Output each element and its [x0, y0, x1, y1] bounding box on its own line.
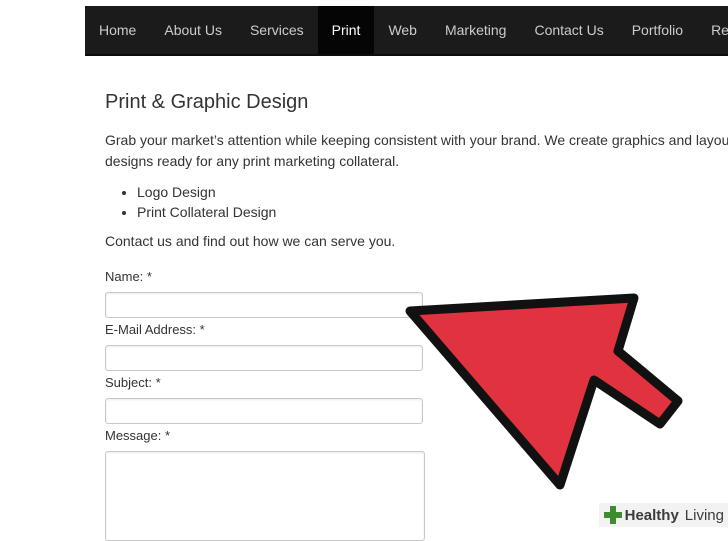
- services-list: Logo Design Print Collateral Design: [105, 182, 276, 222]
- nav-item-services[interactable]: Services: [236, 6, 318, 54]
- nav-item-web[interactable]: Web: [374, 6, 431, 54]
- red-arrow-pointer-icon: [405, 293, 683, 490]
- subject-label: Subject: *: [105, 375, 161, 390]
- message-textarea[interactable]: [105, 451, 425, 541]
- email-input[interactable]: [105, 345, 423, 371]
- watermark: Healthy Living: [598, 503, 728, 527]
- nav-item-home[interactable]: Home: [85, 6, 150, 54]
- nav-menu: Home About Us Services Print Web Marketi…: [85, 6, 728, 54]
- nav-item-portfolio[interactable]: Portfolio: [618, 6, 697, 54]
- list-item-logo-design: Logo Design: [137, 182, 276, 202]
- name-input[interactable]: [105, 292, 423, 318]
- message-label: Message: *: [105, 428, 171, 443]
- intro-paragraph: Grab your market’s attention while keepi…: [105, 132, 728, 169]
- nav-item-res[interactable]: Res: [697, 6, 728, 54]
- top-navigation-bar: Home About Us Services Print Web Marketi…: [85, 6, 728, 56]
- page-title: Print & Graphic Design: [105, 91, 309, 113]
- contact-cta-text: Contact us and find out how we can serve…: [105, 233, 396, 249]
- nav-item-about-us[interactable]: About Us: [150, 6, 236, 54]
- list-item-print-collateral-design: Print Collateral Design: [137, 202, 276, 222]
- nav-item-print[interactable]: Print: [317, 6, 375, 54]
- watermark-brand-light: Living: [684, 506, 724, 524]
- watermark-brand-bold: Healthy: [624, 506, 679, 524]
- name-label: Name: *: [105, 269, 152, 284]
- subject-input[interactable]: [105, 398, 423, 424]
- health-cross-icon: [603, 506, 622, 524]
- nav-item-contact-us[interactable]: Contact Us: [520, 6, 617, 54]
- email-label: E-Mail Address: *: [105, 322, 205, 337]
- nav-item-marketing[interactable]: Marketing: [431, 6, 520, 54]
